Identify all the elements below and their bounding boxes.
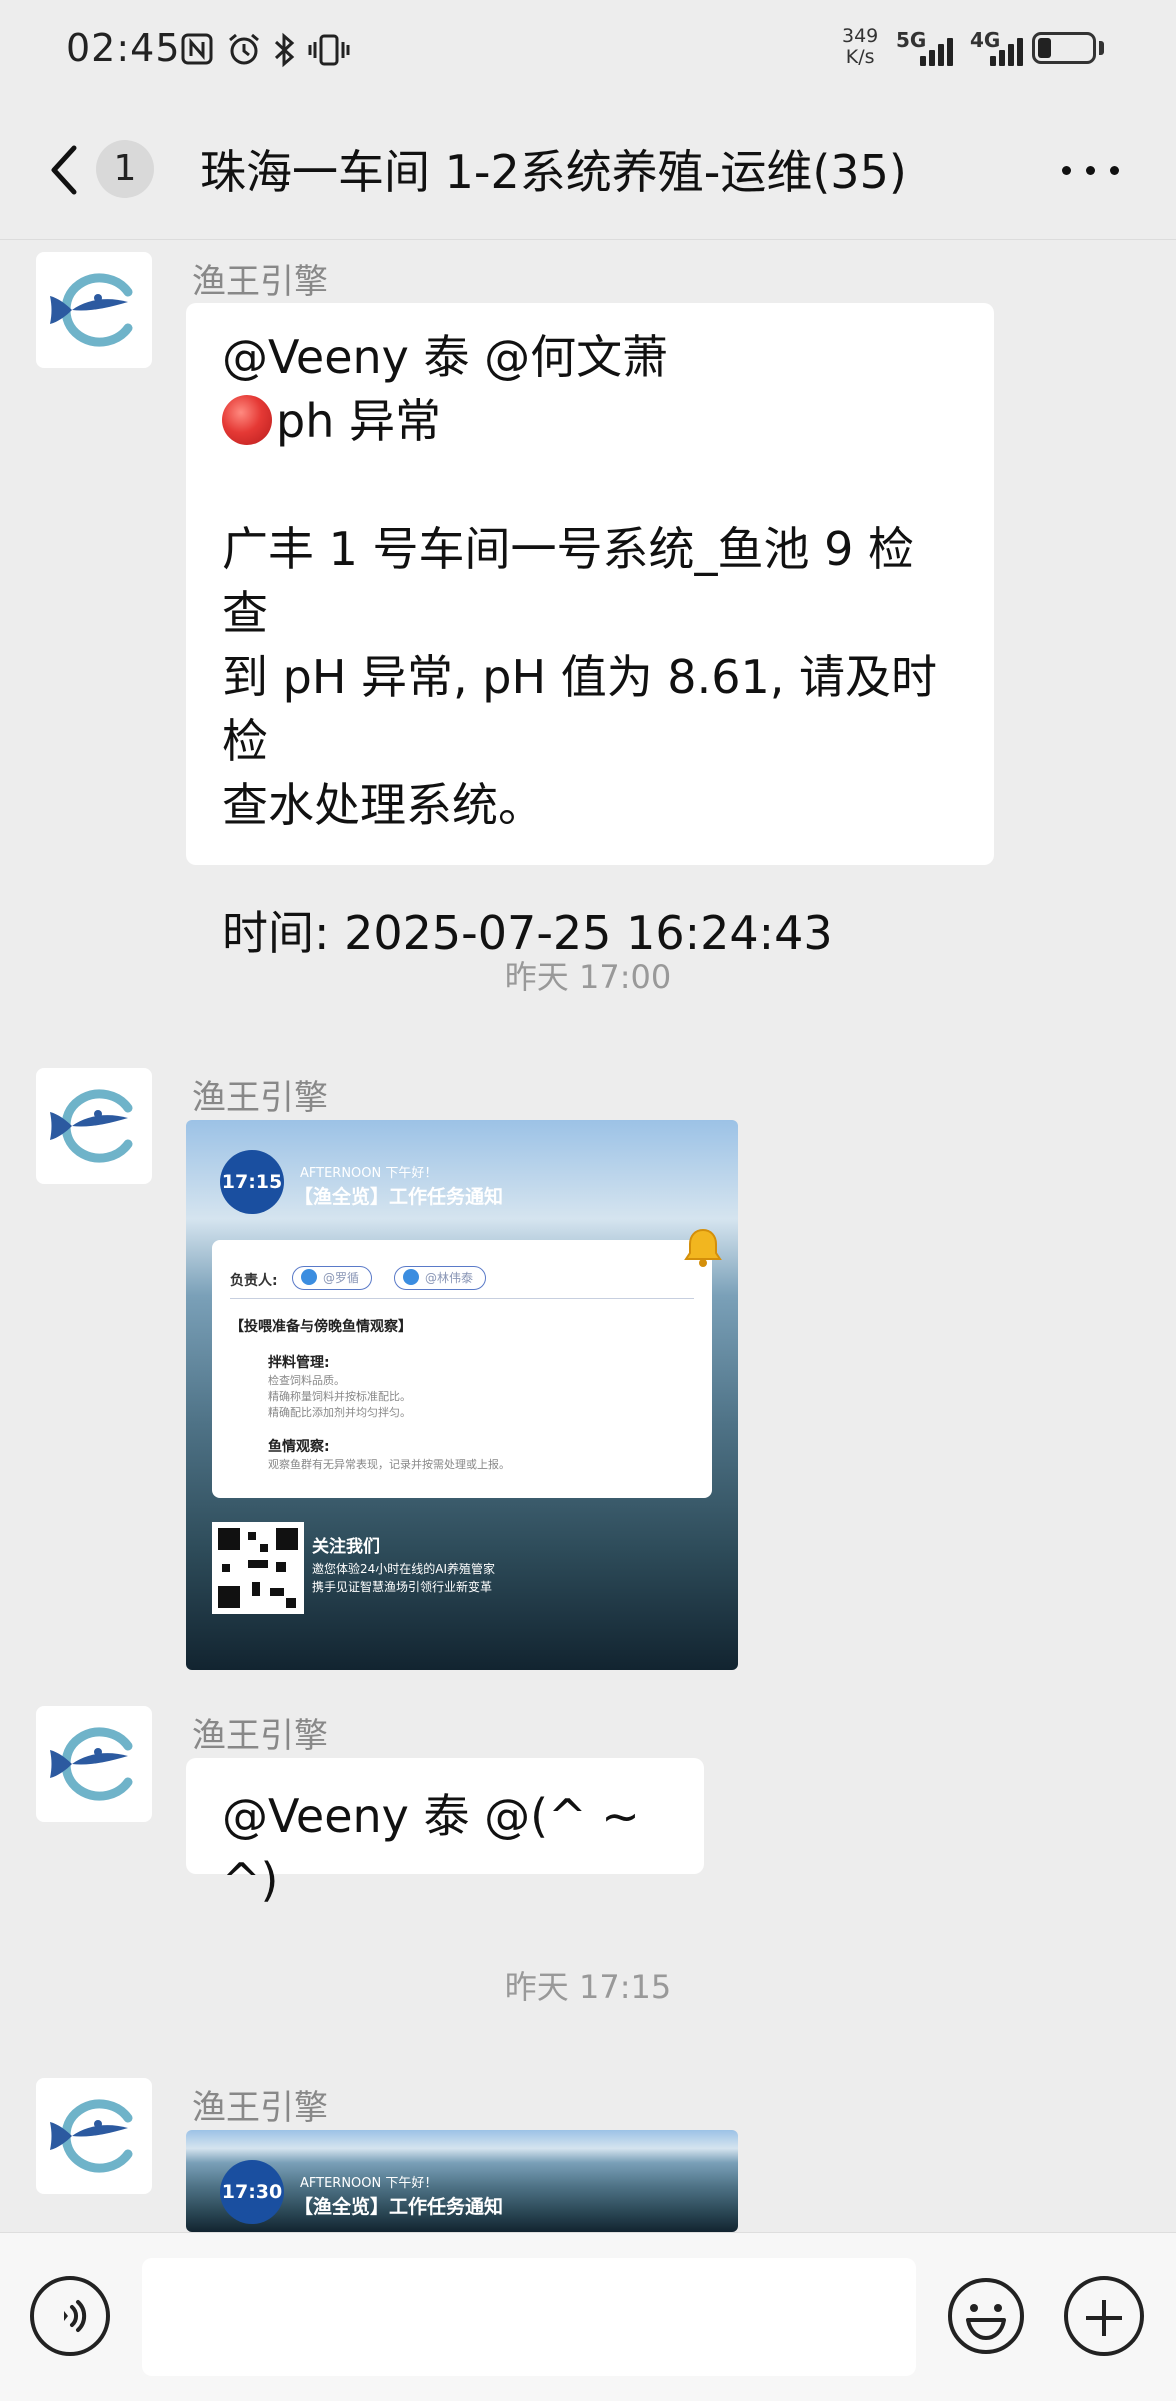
message-bubble[interactable]: @Veeny 泰 @(^ ~ ^) [186, 1758, 704, 1907]
smiley-icon [948, 2278, 1024, 2354]
network-speed: 349 K/s [842, 25, 879, 68]
message-line: 广丰 1 号车间一号系统_鱼池 9 检查 [222, 522, 915, 640]
signal-icon [920, 30, 960, 66]
more-actions-button[interactable] [1064, 2276, 1144, 2356]
red-circle-icon [222, 395, 272, 445]
task-line: 检查饲料品质。 [268, 1374, 345, 1387]
message-line: 到 pH 异常, pH 值为 8.61, 请及时检 [222, 650, 937, 768]
header-divider [0, 239, 1176, 240]
fish-logo-icon [50, 1727, 133, 1801]
task-notice-image[interactable]: 17:30 AFTERNOON 下午好！ 【渔全览】工作任务通知 [186, 2130, 738, 2232]
chat-title: 珠海一车间 1-2系统养殖-运维(35) [200, 145, 907, 199]
avatar[interactable] [36, 252, 152, 368]
fish-logo-icon [50, 1089, 133, 1163]
owner-chip: @林伟泰 [394, 1266, 487, 1290]
sender-name: 渔王引擎 [192, 1716, 328, 1756]
vibrate-icon [308, 32, 350, 76]
fish-logo-icon [50, 2099, 133, 2173]
sender-name: 渔王引擎 [192, 2088, 328, 2128]
alarm-icon [226, 32, 262, 76]
message-input[interactable] [142, 2258, 916, 2376]
notice-title: 【渔全览】工作任务通知 [294, 2196, 504, 2218]
avatar[interactable] [36, 1706, 152, 1822]
message-line: @Veeny 泰 @何文萧 [222, 330, 669, 384]
clock-badge: 17:30 [220, 2160, 284, 2224]
battery-icon [1032, 32, 1096, 64]
message-line: 查水处理系统。 [222, 778, 544, 832]
chat-timestamp: 昨天 17:15 [504, 1968, 672, 2006]
clock-badge: 17:15 [220, 1150, 284, 1214]
bell-icon [680, 1224, 726, 1270]
battery-tip [1099, 41, 1104, 55]
voice-input-button[interactable] [30, 2276, 110, 2356]
owner-chip: @罗循 [292, 1266, 373, 1290]
message-line: @Veeny 泰 @(^ ~ ^) [222, 1789, 640, 1907]
greeting-text: AFTERNOON 下午好！ [300, 1166, 438, 1181]
more-options-icon[interactable] [1062, 160, 1120, 180]
back-icon[interactable] [44, 140, 84, 200]
follow-line: 携手见证智慧渔场引领行业新变革 [312, 1580, 493, 1594]
chat-timestamp: 昨天 17:00 [504, 958, 672, 996]
voice-icon [64, 2300, 87, 2332]
sender-name: 渔王引擎 [192, 262, 328, 302]
avatar[interactable] [36, 2078, 152, 2194]
follow-line: 邀您体验24小时在线的AI养殖管家 [312, 1562, 496, 1576]
qr-code [212, 1522, 304, 1614]
nfc-icon [180, 32, 214, 74]
task-heading: 拌料管理: [268, 1355, 330, 1371]
task-panel: 负责人: @罗循 @林伟泰 【投喂准备与傍晚鱼情观察】 拌料管理: 检查饲料品质… [212, 1240, 712, 1498]
panel-divider [230, 1298, 694, 1299]
greeting-text: AFTERNOON 下午好！ [300, 2176, 438, 2191]
fish-logo-icon [50, 273, 133, 347]
task-line: 精确称量饲料并按标准配比。 [268, 1390, 411, 1403]
task-line: 精确配比添加剂并均匀拌匀。 [268, 1406, 411, 1419]
message-line [222, 453, 958, 517]
signal-icon [990, 30, 1030, 66]
message-line: ph 异常 [222, 389, 958, 453]
notice-title: 【渔全览】工作任务通知 [294, 1186, 504, 1208]
task-notice-image[interactable]: 17:15 AFTERNOON 下午好！ 【渔全览】工作任务通知 负责人: @罗… [186, 1120, 738, 1670]
task-heading: 鱼情观察: [268, 1439, 330, 1455]
sender-name: 渔王引擎 [192, 1078, 328, 1118]
message-line [222, 837, 958, 901]
owner-label: 负责人: [230, 1273, 278, 1289]
status-time: 02:45 [66, 26, 181, 70]
emoji-button[interactable] [946, 2276, 1026, 2356]
message-bubble[interactable]: @Veeny 泰 @何文萧 ph 异常 广丰 1 号车间一号系统_鱼池 9 检查… [186, 303, 994, 960]
unread-badge[interactable]: 1 [96, 140, 154, 198]
follow-title: 关注我们 [312, 1537, 380, 1557]
task-section-title: 【投喂准备与傍晚鱼情观察】 [230, 1319, 412, 1335]
task-line: 观察鱼群有无异常表现，记录并按需处理或上报。 [268, 1458, 510, 1471]
avatar[interactable] [36, 1068, 152, 1184]
bluetooth-icon [272, 32, 298, 76]
